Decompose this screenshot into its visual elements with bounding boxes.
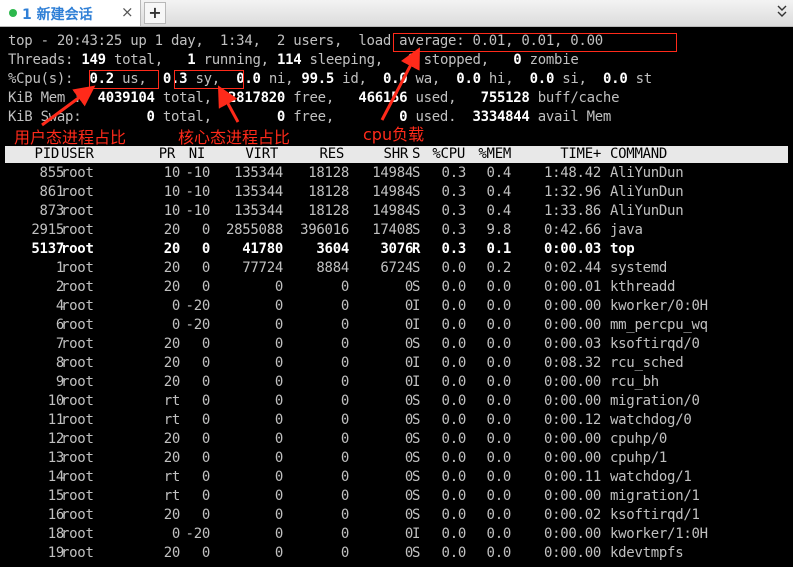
arrow-user-cpu <box>41 85 96 127</box>
annotation-arrows <box>41 47 420 127</box>
annotation-user-cpu: 用户态进程占比 <box>14 128 127 147</box>
arrow-load <box>380 47 420 121</box>
annotation-load: cpu负载 <box>363 125 425 144</box>
annotation-kernel-cpu: 核心态进程占比 <box>178 128 291 147</box>
arrow-kernel-cpu <box>217 85 240 123</box>
